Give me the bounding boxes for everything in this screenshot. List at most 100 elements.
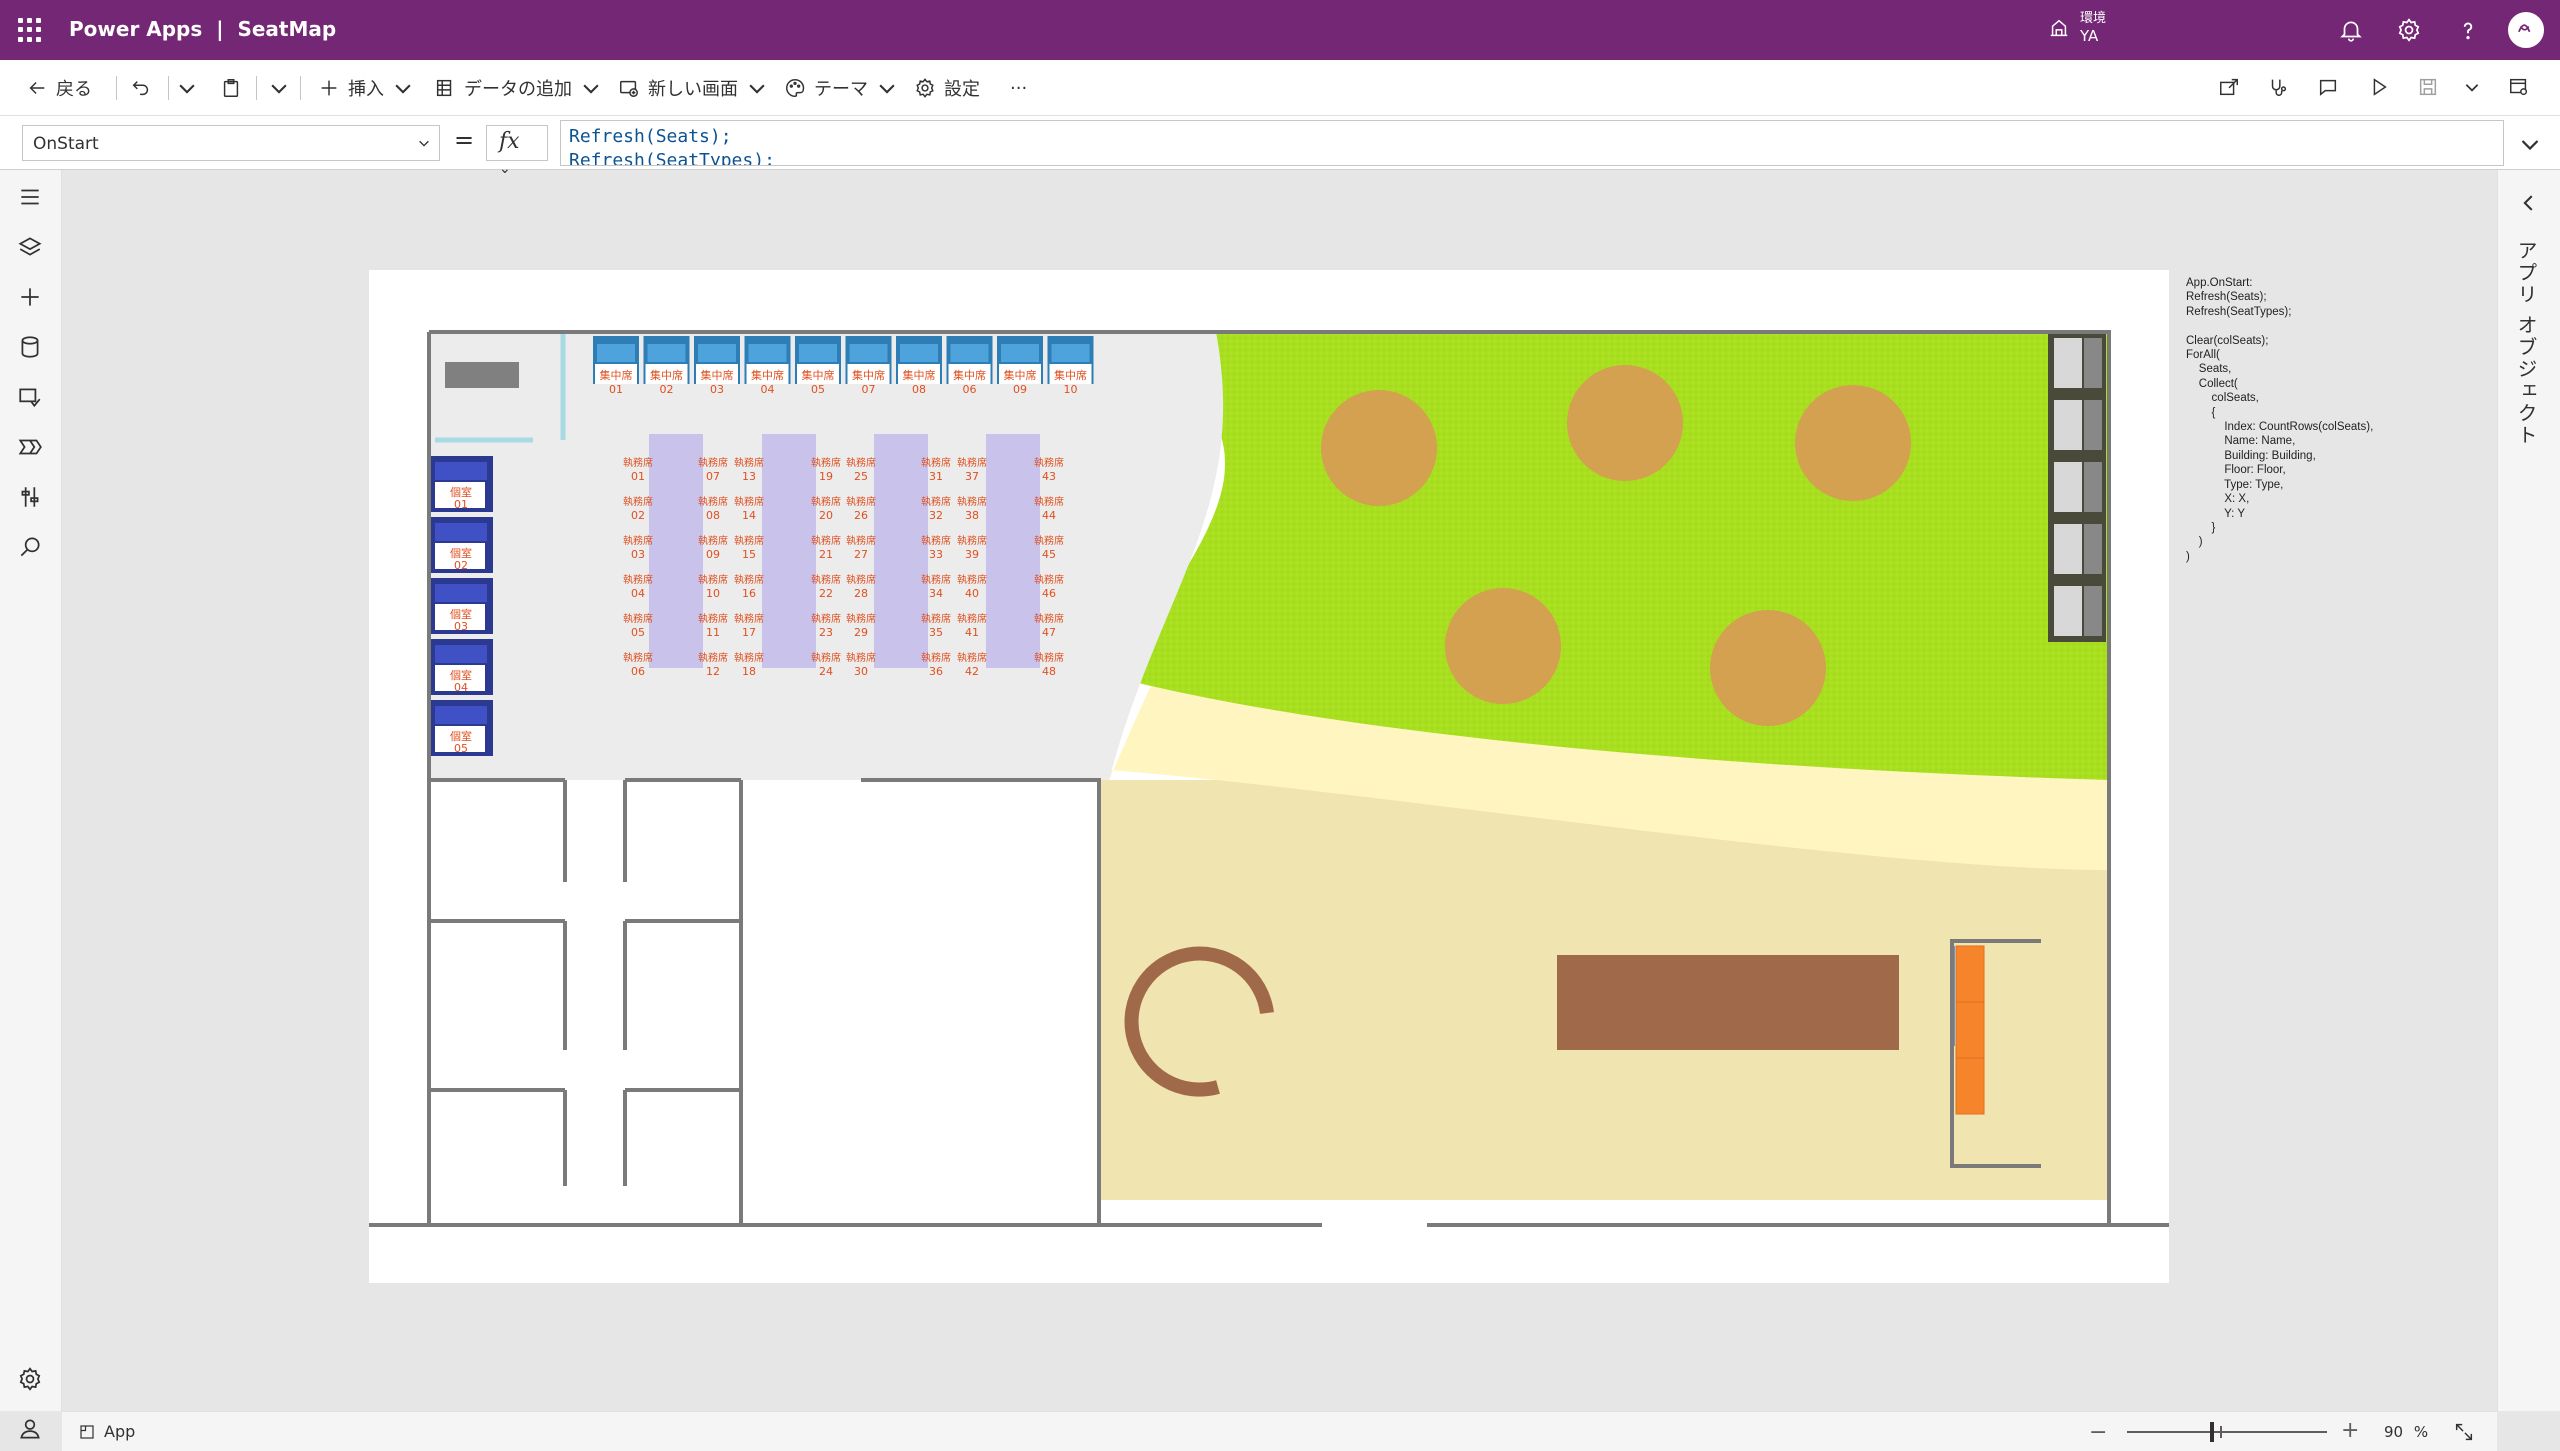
property-dropdown[interactable]: OnStart — [22, 125, 440, 161]
zoom-slider-thumb[interactable] — [2210, 1422, 2214, 1442]
seat-number: 01 — [609, 383, 623, 396]
private-room[interactable]: 個室05 — [431, 700, 493, 756]
seat-number: 01 — [631, 470, 645, 483]
settings-label: 設定 — [944, 79, 980, 100]
screen-breadcrumb[interactable]: App — [78, 1422, 135, 1441]
divider — [116, 76, 117, 100]
round-table[interactable] — [1321, 390, 1437, 506]
user-avatar[interactable] — [2508, 12, 2544, 48]
seat-label: 執務席 — [734, 456, 764, 469]
gear-icon — [916, 78, 934, 98]
add-data-button[interactable]: データの追加 — [434, 74, 602, 102]
seat-label: 執務席 — [698, 612, 728, 625]
chevron-down-icon[interactable] — [2463, 78, 2481, 96]
seat-number: 04 — [631, 587, 645, 600]
round-table[interactable] — [1567, 365, 1683, 481]
notification-bell-icon[interactable] — [2338, 17, 2364, 43]
private-room[interactable]: 個室04 — [431, 639, 493, 695]
fit-to-window-icon[interactable] — [2453, 1421, 2475, 1443]
undo-button[interactable] — [130, 74, 152, 102]
private-room[interactable]: 個室02 — [431, 517, 493, 573]
seat-label: 執務席 — [846, 495, 876, 508]
round-table[interactable] — [1445, 588, 1561, 704]
seat-number: 09 — [706, 548, 720, 561]
formula-editor[interactable]: Refresh(Seats); Refresh(SeatTypes); — [560, 120, 2504, 166]
fx-button[interactable]: fx ⌄ — [486, 125, 548, 177]
help-icon[interactable] — [2455, 17, 2481, 43]
paste-dropdown-button[interactable] — [268, 74, 290, 102]
private-room[interactable]: 個室01 — [431, 456, 493, 512]
seat-number: 41 — [965, 626, 979, 639]
round-table[interactable] — [1795, 385, 1911, 501]
seat-label: 執務席 — [1034, 534, 1064, 547]
insert-button[interactable]: 挿入 — [318, 74, 414, 102]
private-room[interactable]: 個室03 — [431, 578, 493, 634]
settings-button[interactable]: 設定 — [914, 74, 980, 102]
seat-number: 30 — [854, 665, 868, 678]
seat-label: 執務席 — [623, 612, 653, 625]
variables-icon[interactable] — [17, 484, 43, 510]
settings-gear-icon[interactable] — [2396, 17, 2422, 43]
property-value: OnStart — [33, 134, 99, 154]
seat-label: 集中席 — [751, 368, 784, 382]
more-button[interactable]: ··· — [1010, 74, 1027, 102]
data-cylinder-icon[interactable] — [17, 334, 43, 360]
round-table[interactable] — [1710, 610, 1826, 726]
app-canvas[interactable]: 集中席 01 集中席 02 集中席 03 集中席 04 集中席 05 集中席 07 集中席 08 集中席 06… — [369, 270, 2169, 1283]
seat-label: 執務席 — [734, 612, 764, 625]
seat-number: 23 — [819, 626, 833, 639]
chevron-left-icon[interactable] — [2518, 192, 2540, 214]
seat-number: 34 — [929, 587, 943, 600]
desk-island — [762, 434, 816, 668]
virtual-agent-icon[interactable] — [17, 1416, 43, 1442]
seat-number: 10 — [1064, 383, 1078, 396]
zoom-slider[interactable] — [2127, 1431, 2327, 1433]
seat-label: 執務席 — [957, 612, 987, 625]
reception-desk — [445, 362, 519, 388]
seat-number: 12 — [706, 665, 720, 678]
comments-icon[interactable] — [2317, 76, 2339, 98]
seat-number: 39 — [965, 548, 979, 561]
media-icon[interactable] — [17, 384, 43, 410]
seat-number: 03 — [710, 383, 724, 396]
expand-formula-icon[interactable] — [2518, 132, 2542, 156]
seat-label: 執務席 — [623, 456, 653, 469]
share-icon[interactable] — [2218, 76, 2240, 98]
seat-number: 15 — [742, 548, 756, 561]
app-checker-icon[interactable] — [2267, 76, 2289, 98]
seat-number: 43 — [1042, 470, 1056, 483]
seat-label: 個室 — [450, 485, 472, 499]
theme-button[interactable]: テーマ — [784, 74, 898, 102]
app-launcher-icon[interactable] — [18, 18, 42, 42]
seat-label: 執務席 — [921, 495, 951, 508]
seat-label: 集中席 — [852, 368, 885, 382]
booth-screen — [1051, 344, 1090, 362]
seat-number: 35 — [929, 626, 943, 639]
pane-title: アプリ オブジェクト — [2514, 240, 2538, 447]
play-icon[interactable] — [2368, 76, 2390, 98]
settings-gear-icon[interactable] — [17, 1366, 43, 1392]
orange-sofa[interactable] — [1955, 945, 1985, 1115]
search-icon[interactable] — [17, 534, 43, 560]
insert-plus-icon[interactable] — [17, 284, 43, 310]
layers-icon[interactable] — [17, 234, 43, 260]
tree-view-icon[interactable] — [17, 184, 43, 210]
power-automate-icon[interactable] — [17, 434, 43, 460]
seat-number: 27 — [854, 548, 868, 561]
seat-label: 執務席 — [846, 456, 876, 469]
seat-number: 03 — [631, 548, 645, 561]
save-icon[interactable] — [2417, 76, 2439, 98]
zoom-in-button[interactable]: + — [2341, 1418, 2359, 1443]
seat-label: 執務席 — [698, 495, 728, 508]
seat-label: 集中席 — [1004, 368, 1037, 382]
seat-number: 47 — [1042, 626, 1056, 639]
new-screen-button[interactable]: 新しい画面 — [618, 74, 768, 102]
zoom-out-button[interactable]: − — [2089, 1420, 2107, 1445]
environment-picker[interactable]: 環境 YA — [2048, 10, 2106, 45]
undo-dropdown-button[interactable] — [176, 74, 198, 102]
seat-number: 46 — [1042, 587, 1056, 600]
back-button[interactable]: 戻る — [26, 74, 92, 102]
long-bench[interactable] — [1557, 955, 1899, 1050]
paste-button[interactable] — [220, 74, 242, 102]
publish-icon[interactable] — [2508, 76, 2530, 98]
